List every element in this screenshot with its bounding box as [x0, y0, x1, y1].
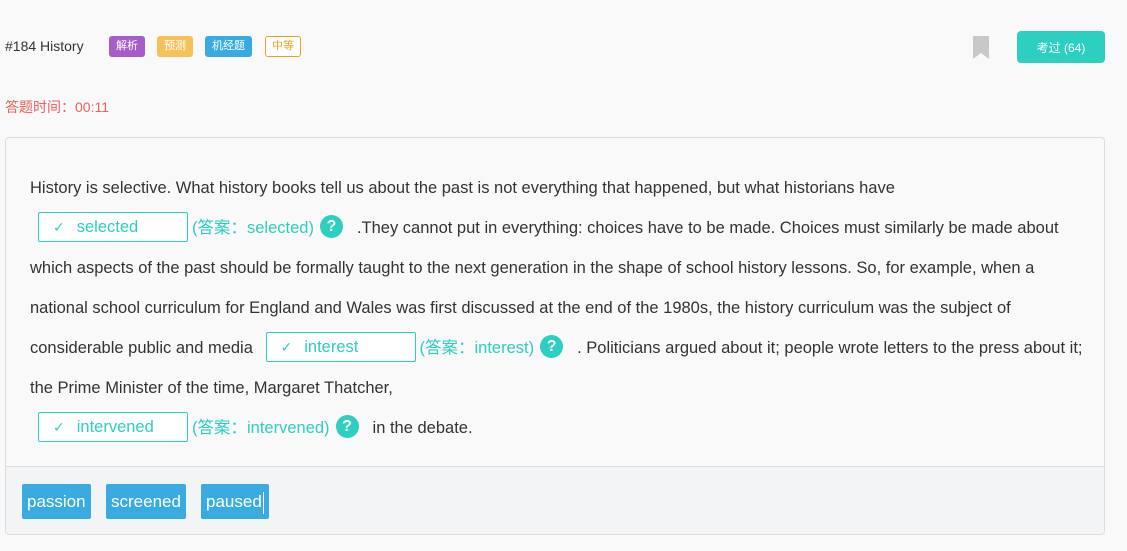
text-cursor [262, 491, 264, 514]
option-paused[interactable]: paused [201, 484, 269, 519]
check-icon: ✓ [280, 338, 293, 355]
blank-2-answer: (答案：interest) [419, 339, 535, 357]
blank-3-answer: (答案：intervened) [192, 419, 330, 437]
word-options-bar: passion screened paused [6, 466, 1104, 534]
blank-2[interactable]: ✓ interest [265, 331, 416, 362]
blank-3-value: intervened [76, 417, 154, 436]
help-icon[interactable]: ? [319, 215, 343, 239]
answer-timer: 答题时间：00:11 [5, 99, 109, 115]
check-icon: ✓ [53, 218, 65, 235]
question-header: #184 History 解析 预测 机经题 中等 考过 (64) [0, 30, 1127, 64]
passage-text: History is selective. What history books… [30, 168, 1090, 448]
option-passion[interactable]: passion [22, 484, 91, 519]
blank-1-value: selected [76, 217, 139, 236]
blank-1[interactable]: ✓ selected [38, 211, 188, 242]
predict-badge: 预测 [157, 36, 193, 57]
machine-question-badge: 机经题 [205, 36, 252, 57]
analysis-badge[interactable]: 解析 [109, 36, 145, 57]
blank-2-value: interest [304, 337, 359, 356]
took-exam-button[interactable]: 考过 (64) [1017, 31, 1105, 63]
passage-segment: History is selective. What history books… [30, 179, 895, 197]
difficulty-badge: 中等 [265, 36, 301, 57]
blank-3[interactable]: ✓ intervened [38, 411, 188, 442]
passage-segment: in the debate. [372, 419, 473, 437]
help-icon[interactable]: ? [540, 335, 564, 359]
help-icon[interactable]: ? [335, 415, 359, 439]
bookmark-icon[interactable] [972, 35, 990, 60]
option-paused-label: paused [206, 492, 262, 511]
question-title: #184 History [5, 38, 84, 54]
blank-1-answer: (答案：selected) [192, 219, 314, 237]
option-screened[interactable]: screened [106, 484, 186, 519]
question-card: History is selective. What history books… [5, 137, 1105, 535]
check-icon: ✓ [53, 418, 65, 435]
